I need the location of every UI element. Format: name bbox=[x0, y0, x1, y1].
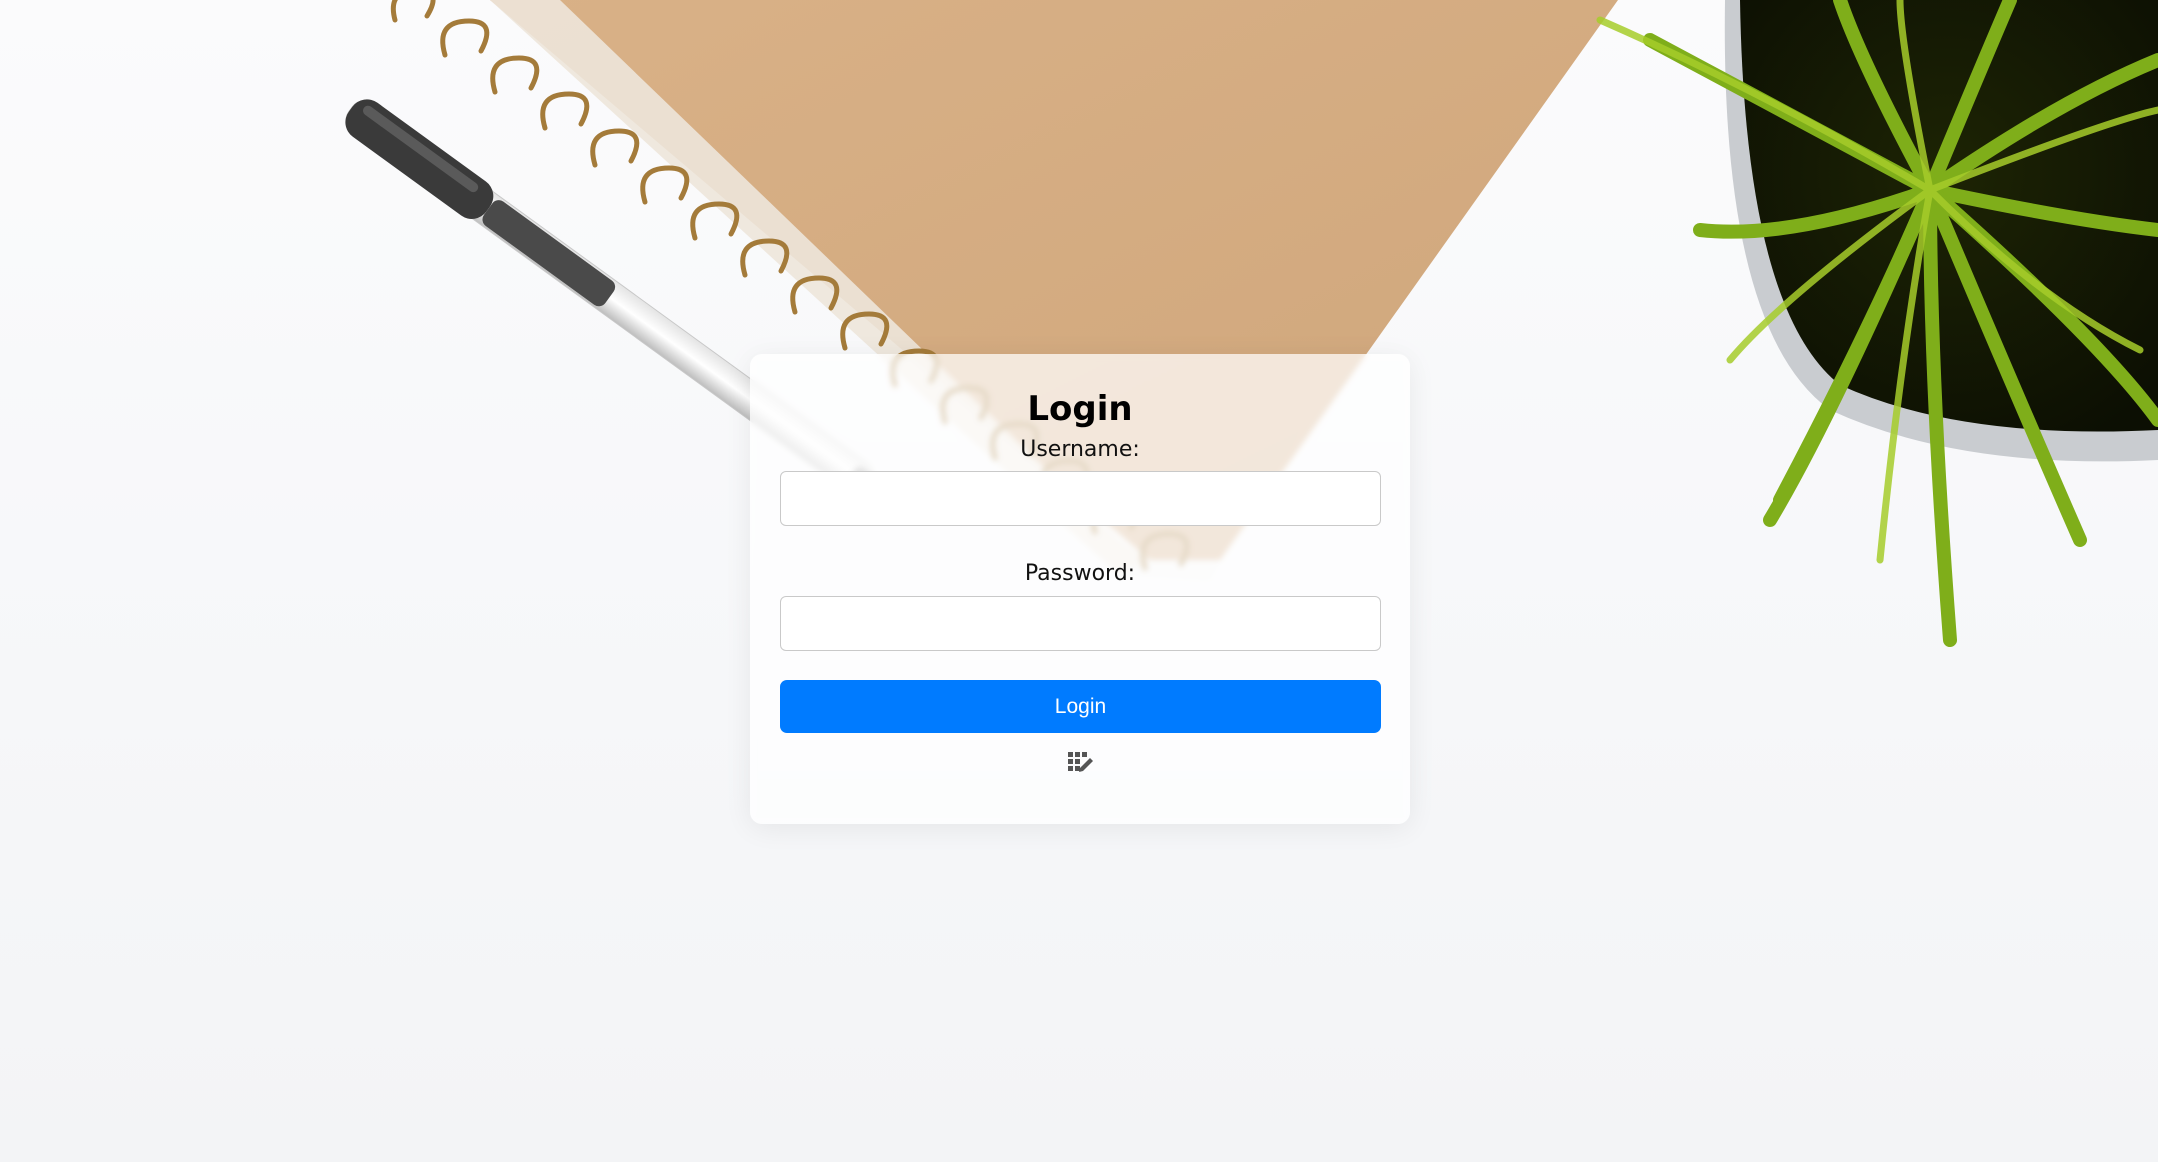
keypad-edit-icon[interactable] bbox=[1066, 750, 1094, 778]
login-page: Login Username: Password: Login bbox=[0, 0, 2158, 1162]
password-label: Password: bbox=[1024, 561, 1136, 586]
login-button[interactable]: Login bbox=[780, 680, 1381, 733]
login-card: Login Username: Password: Login bbox=[750, 354, 1410, 824]
password-input[interactable] bbox=[780, 596, 1381, 651]
username-input[interactable] bbox=[780, 471, 1381, 526]
potted-plant bbox=[1596, 0, 2158, 647]
username-label: Username: bbox=[1020, 437, 1140, 462]
login-title: Login bbox=[1027, 389, 1133, 429]
